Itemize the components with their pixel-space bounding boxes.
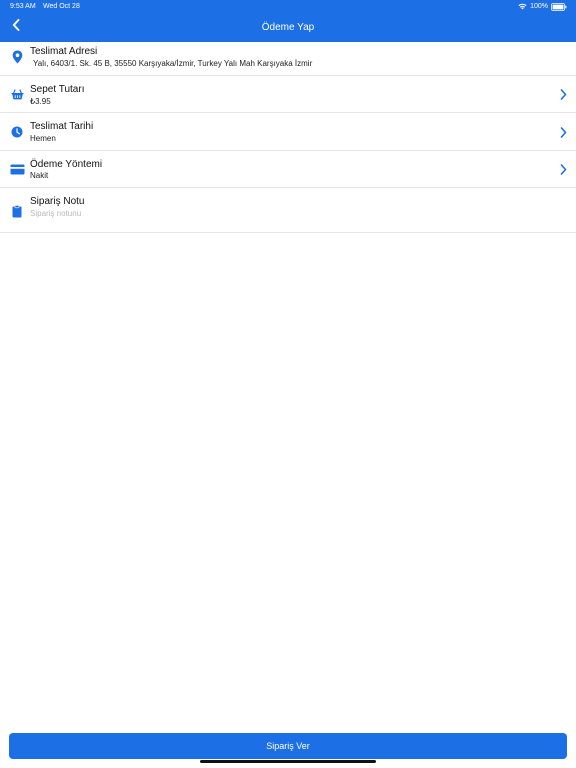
- clock-icon: [10, 125, 24, 139]
- checkout-screen: 9:53 AM Wed Oct 28 100% Ödeme Yap Teslim…: [0, 0, 576, 768]
- chevron-right-icon: [558, 88, 568, 100]
- status-time: 9:53 AM: [10, 3, 36, 10]
- credit-card-icon: [9, 162, 25, 176]
- delivery-date-row[interactable]: Teslimat Tarihi Hemen: [0, 113, 576, 151]
- order-note-input[interactable]: Sipariş notunu: [30, 209, 81, 218]
- checkout-list: Teslimat Adresi Yalı, 6403/1. Sk. 45 B, …: [0, 42, 576, 233]
- basket-total-row[interactable]: Sepet Tutarı ₺3.95: [0, 76, 576, 113]
- chevron-right-icon: [558, 126, 568, 138]
- basket-total-title: Sepet Tutarı: [30, 84, 85, 95]
- home-indicator: [200, 760, 376, 763]
- status-right: 100%: [518, 0, 567, 13]
- status-bar: 9:53 AM Wed Oct 28 100%: [0, 0, 576, 13]
- order-note-title: Sipariş Notu: [30, 196, 85, 207]
- delivery-address-row[interactable]: Teslimat Adresi Yalı, 6403/1. Sk. 45 B, …: [0, 42, 576, 76]
- order-note-row[interactable]: Sipariş Notu Sipariş notunu: [0, 188, 576, 233]
- status-date: Wed Oct 28: [43, 3, 80, 10]
- basket-total-value: ₺3.95: [30, 97, 51, 106]
- battery-percent: 100%: [530, 3, 548, 10]
- chevron-right-icon: [558, 163, 568, 175]
- battery-icon: [551, 2, 567, 11]
- basket-icon: [10, 87, 24, 101]
- delivery-date-title: Teslimat Tarihi: [30, 121, 94, 132]
- wifi-icon: [518, 3, 527, 10]
- place-order-button[interactable]: Sipariş Ver: [9, 733, 567, 759]
- delivery-address-title: Teslimat Adresi: [30, 46, 98, 57]
- payment-method-value: Nakit: [30, 171, 49, 180]
- page-title: Ödeme Yap: [261, 22, 315, 33]
- navigation-bar: Ödeme Yap: [0, 13, 576, 42]
- clipboard-icon: [10, 204, 24, 218]
- payment-method-row[interactable]: Ödeme Yöntemi Nakit: [0, 151, 576, 188]
- delivery-address-value: Yalı, 6403/1. Sk. 45 B, 35550 Karşıyaka/…: [33, 59, 313, 68]
- location-pin-icon: [10, 50, 24, 64]
- delivery-date-value: Hemen: [30, 134, 56, 143]
- top-bar: 9:53 AM Wed Oct 28 100% Ödeme Yap: [0, 0, 576, 42]
- payment-method-title: Ödeme Yöntemi: [30, 159, 103, 170]
